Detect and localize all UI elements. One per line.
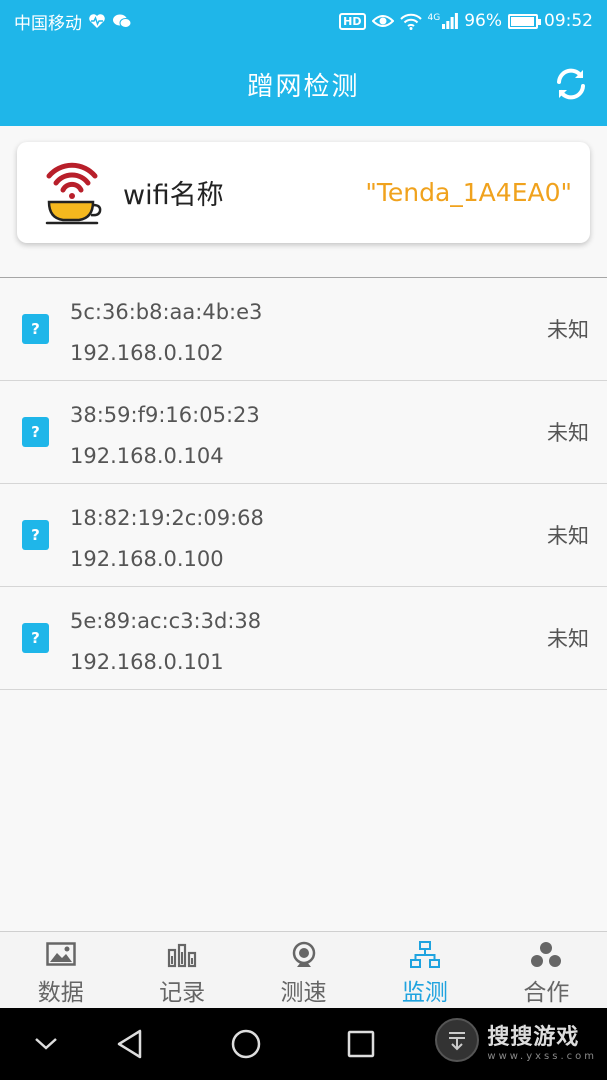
- nav-hide-button[interactable]: [28, 1026, 64, 1062]
- watermark-url: www.yxss.com: [487, 1050, 597, 1062]
- network-icon: [409, 940, 441, 970]
- carrier-label: 中国移动: [14, 13, 82, 34]
- tab-label: 测速: [280, 980, 327, 1006]
- device-row[interactable]: ? 38:59:f9:16:05:23 192.168.0.104 未知: [0, 381, 607, 484]
- device-mac: 5c:36:b8:aa:4b:e3: [70, 300, 263, 324]
- hd-badge: HD: [339, 12, 366, 30]
- download-icon: [435, 1018, 480, 1062]
- watermark-text: 搜搜游戏: [487, 1024, 580, 1050]
- bottom-tab-bar: 数据 记录 测速 监测 合作: [0, 931, 607, 1008]
- refresh-button[interactable]: [551, 64, 591, 104]
- status-bar: 中国移动 HD 4G 96% 09:52: [0, 0, 607, 42]
- webcam-icon: [288, 940, 320, 970]
- device-status: 未知: [547, 318, 589, 342]
- device-list: ? 5c:36:b8:aa:4b:e3 192.168.0.102 未知 ? 3…: [0, 278, 607, 690]
- network-type-label: 4G: [427, 13, 441, 23]
- tab-label: 合作: [523, 980, 570, 1006]
- device-mac: 38:59:f9:16:05:23: [70, 403, 260, 427]
- tab-label: 记录: [159, 980, 206, 1006]
- chevron-down-icon: [35, 1038, 57, 1050]
- eye-icon: [371, 13, 394, 29]
- watermark: 搜搜游戏 www.yxss.com: [435, 1018, 597, 1062]
- clock: 09:52: [544, 11, 593, 31]
- device-mac: 18:82:19:2c:09:68: [70, 506, 264, 530]
- device-ip: 192.168.0.100: [70, 547, 224, 571]
- app-header: 蹭网检测: [0, 42, 607, 126]
- page-title: 蹭网检测: [247, 71, 360, 102]
- tab-label: 监测: [401, 980, 448, 1006]
- home-icon: [231, 1029, 261, 1059]
- system-nav-bar: 搜搜游戏 www.yxss.com: [0, 1008, 607, 1080]
- wifi-card: wifi名称 "Tenda_1A4EA0": [17, 142, 590, 243]
- device-status: 未知: [547, 421, 589, 445]
- image-icon: [45, 940, 77, 970]
- tab-data[interactable]: 数据: [0, 932, 121, 1008]
- heart-icon: [88, 13, 106, 29]
- device-row[interactable]: ? 5e:89:ac:c3:3d:38 192.168.0.101 未知: [0, 587, 607, 690]
- wechat-icon: [112, 13, 132, 29]
- battery-icon: [508, 13, 541, 29]
- nav-recents-button[interactable]: [343, 1026, 379, 1062]
- wifi-cup-icon: [43, 159, 103, 227]
- wifi-ssid: "Tenda_1A4EA0": [365, 178, 572, 207]
- device-mac: 5e:89:ac:c3:3d:38: [70, 609, 262, 633]
- unknown-device-icon: ?: [22, 314, 49, 344]
- device-ip: 192.168.0.104: [70, 444, 224, 468]
- tab-speed-test[interactable]: 测速: [243, 932, 364, 1008]
- bar-chart-icon: [166, 940, 198, 970]
- refresh-icon: [557, 68, 585, 100]
- device-status: 未知: [547, 627, 589, 651]
- back-icon: [117, 1029, 142, 1059]
- tab-label: 数据: [37, 980, 84, 1006]
- device-ip: 192.168.0.102: [70, 341, 224, 365]
- device-row[interactable]: ? 18:82:19:2c:09:68 192.168.0.100 未知: [0, 484, 607, 587]
- device-row[interactable]: ? 5c:36:b8:aa:4b:e3 192.168.0.102 未知: [0, 278, 607, 381]
- battery-percent: 96%: [464, 11, 502, 31]
- unknown-device-icon: ?: [22, 417, 49, 447]
- unknown-device-icon: ?: [22, 623, 49, 653]
- cooperation-icon: [530, 940, 562, 970]
- tab-monitor[interactable]: 监测: [364, 932, 485, 1008]
- device-ip: 192.168.0.101: [70, 650, 224, 674]
- tab-cooperation[interactable]: 合作: [486, 932, 607, 1008]
- wifi-name-label: wifi名称: [123, 180, 224, 211]
- unknown-device-icon: ?: [22, 520, 49, 550]
- device-status: 未知: [547, 524, 589, 548]
- recents-icon: [347, 1030, 375, 1058]
- nav-back-button[interactable]: [112, 1026, 148, 1062]
- nav-home-button[interactable]: [228, 1026, 264, 1062]
- wifi-signal-icon: [399, 13, 422, 30]
- tab-records[interactable]: 记录: [121, 932, 242, 1008]
- cell-signal-icon: [442, 13, 459, 29]
